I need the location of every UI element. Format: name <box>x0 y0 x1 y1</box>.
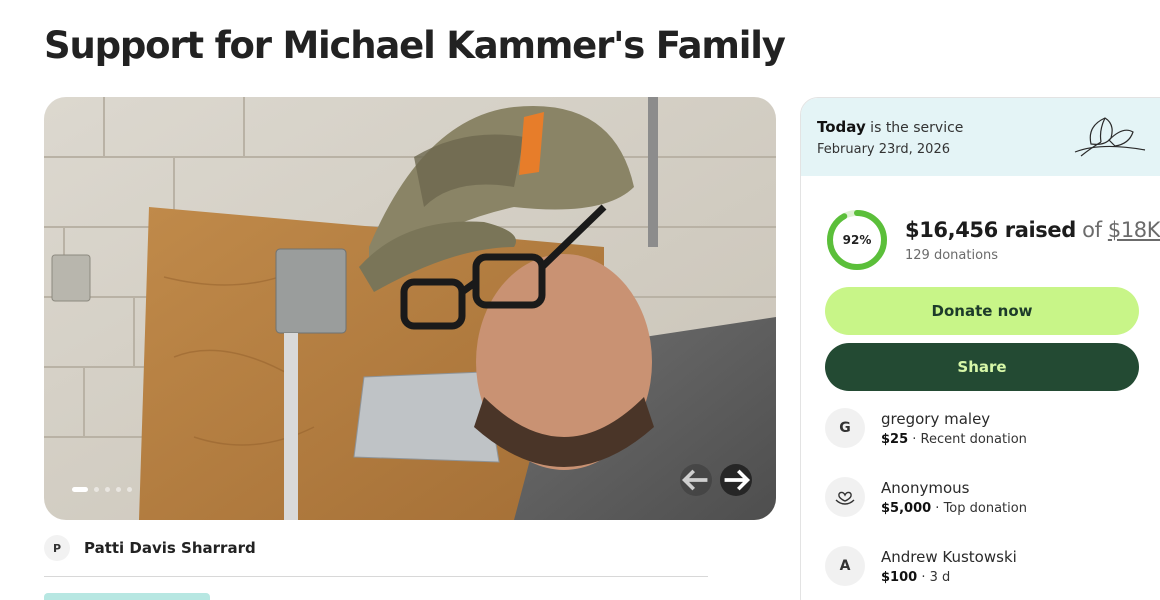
share-button[interactable]: Share <box>825 343 1139 391</box>
donation-note: · Top donation <box>931 500 1027 516</box>
slide-dot[interactable] <box>94 487 99 492</box>
slide-dot[interactable] <box>127 487 132 492</box>
donation-amount: $5,000 <box>881 500 932 516</box>
raised-amount: $16,456 raised <box>905 217 1076 242</box>
donor-avatar: A <box>825 546 865 586</box>
donor-name: Andrew Kustowski <box>881 547 1017 566</box>
arrow-left-icon <box>681 469 708 491</box>
donation-note: · 3 d <box>917 569 951 585</box>
campaign-photo-gallery[interactable] <box>44 97 776 520</box>
donor-name: Anonymous <box>881 478 970 497</box>
previous-photo-button[interactable] <box>680 464 712 496</box>
donate-now-button[interactable]: Donate now <box>825 287 1139 335</box>
slide-dot[interactable] <box>105 487 110 492</box>
donor-meta: $5,000 · Top donation <box>881 501 1027 516</box>
arrow-right-icon <box>724 469 751 491</box>
donor-meta: $100 · 3 d <box>881 570 1017 585</box>
donor-item: A Andrew Kustowski $100 · 3 d <box>825 546 1017 586</box>
fundraising-progress: 92% $16,456 raised of $18K 129 donations <box>825 208 1160 272</box>
campaign-photo <box>44 97 776 520</box>
service-label-rest: is the service <box>865 120 964 136</box>
donor-item: G gregory maley $25 · Recent donation <box>825 408 1027 448</box>
service-label-bold: Today <box>817 118 866 136</box>
donation-card: Today is the service February 23rd, 2026… <box>800 97 1160 600</box>
of-label: of <box>1075 217 1108 242</box>
progress-percent: 92% <box>842 233 872 247</box>
calla-lily-icon <box>1074 117 1146 157</box>
divider <box>44 576 708 577</box>
slide-dot[interactable] <box>116 487 121 492</box>
slide-indicator[interactable] <box>72 487 132 492</box>
donor-avatar: G <box>825 408 865 448</box>
category-tag[interactable] <box>44 593 210 600</box>
organizer[interactable]: P Patti Davis Sharrard <box>44 535 256 561</box>
organizer-avatar: P <box>44 535 70 561</box>
goal-amount[interactable]: $18K <box>1108 218 1160 242</box>
donor-item: Anonymous $5,000 · Top donation <box>825 477 1027 517</box>
donation-amount: $100 <box>881 569 918 585</box>
slide-dot-active[interactable] <box>72 487 88 492</box>
service-banner: Today is the service February 23rd, 2026 <box>801 98 1160 176</box>
amount-raised: $16,456 raised of $18K <box>905 218 1160 242</box>
donor-meta: $25 · Recent donation <box>881 432 1027 447</box>
donor-name: gregory maley <box>881 409 991 428</box>
progress-ring: 92% <box>825 208 889 272</box>
donation-note: · Recent donation <box>908 431 1027 447</box>
organizer-name[interactable]: Patti Davis Sharrard <box>84 539 256 557</box>
page-title: Support for Michael Kammer's Family <box>44 24 786 67</box>
heart-hand-icon <box>825 477 865 517</box>
donation-amount: $25 <box>881 431 909 447</box>
next-photo-button[interactable] <box>720 464 752 496</box>
donation-count: 129 donations <box>905 247 999 263</box>
